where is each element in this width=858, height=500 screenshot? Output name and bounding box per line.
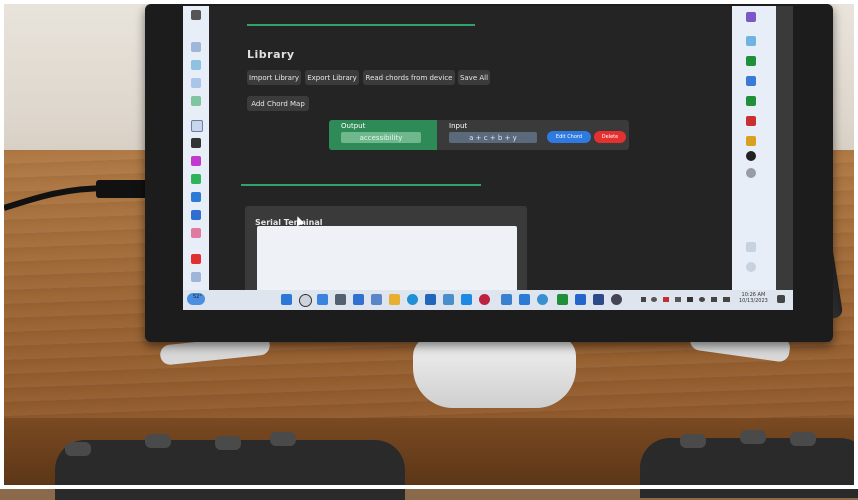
wifi-icon[interactable] bbox=[699, 297, 705, 302]
app-icon[interactable] bbox=[191, 42, 201, 52]
battery-icon[interactable] bbox=[723, 297, 730, 302]
game-controller-left bbox=[55, 432, 405, 500]
app-icon[interactable] bbox=[663, 297, 669, 302]
app-icon[interactable] bbox=[191, 210, 201, 220]
serial-terminal-output[interactable] bbox=[257, 226, 517, 296]
export-library-button[interactable]: Export Library bbox=[305, 70, 359, 85]
serial-terminal-card: Serial Terminal bbox=[245, 206, 527, 296]
search-icon[interactable] bbox=[299, 294, 312, 307]
thumbstick bbox=[740, 430, 766, 444]
app-icon[interactable] bbox=[746, 96, 756, 106]
windows-taskbar: 52° 10:26 AM 10/13/2023 bbox=[183, 290, 793, 310]
app-icon[interactable] bbox=[675, 297, 681, 302]
cloud-icon[interactable] bbox=[651, 297, 657, 302]
thumbstick bbox=[270, 432, 296, 446]
app-icon[interactable] bbox=[335, 294, 346, 305]
volume-icon[interactable] bbox=[711, 297, 717, 302]
app-icon[interactable] bbox=[191, 156, 201, 166]
tablet-screen: Library Import Library Export Library Re… bbox=[183, 6, 793, 310]
app-icon[interactable] bbox=[746, 168, 756, 178]
stand-hub bbox=[413, 336, 576, 408]
app-icon[interactable] bbox=[191, 60, 201, 70]
library-title: Library bbox=[247, 48, 295, 61]
input-label: Input bbox=[449, 122, 468, 130]
app-icon[interactable] bbox=[746, 116, 756, 126]
app-icon[interactable] bbox=[191, 120, 203, 132]
add-icon[interactable] bbox=[191, 272, 201, 282]
app-icon[interactable] bbox=[191, 78, 201, 88]
app-icon[interactable] bbox=[593, 294, 604, 305]
app-icon[interactable] bbox=[746, 12, 756, 22]
app-icon[interactable] bbox=[191, 96, 201, 106]
app-icon[interactable] bbox=[371, 294, 382, 305]
windows-start-icon[interactable] bbox=[281, 294, 292, 305]
output-field[interactable]: accessibility bbox=[341, 132, 421, 143]
app-icon[interactable] bbox=[191, 174, 201, 184]
gear-icon[interactable] bbox=[746, 262, 756, 272]
app-icon[interactable] bbox=[191, 192, 201, 202]
import-library-button[interactable]: Import Library bbox=[247, 70, 301, 85]
browser-left-sidebar bbox=[183, 6, 209, 290]
browser-icon[interactable] bbox=[407, 294, 418, 305]
usb-cable bbox=[3, 180, 150, 211]
delete-button[interactable]: Delete bbox=[594, 131, 626, 143]
app-icon[interactable] bbox=[501, 294, 512, 305]
edit-chord-button[interactable]: Edit Chord bbox=[547, 131, 591, 143]
section-divider bbox=[247, 24, 475, 26]
app-icon[interactable] bbox=[746, 136, 756, 146]
output-panel: Output accessibility bbox=[329, 120, 437, 150]
input-field[interactable]: a + c + b + y bbox=[449, 132, 537, 143]
app-icon[interactable] bbox=[461, 294, 472, 305]
thumbstick bbox=[215, 436, 241, 450]
weather-temp: 52° bbox=[193, 294, 202, 300]
browser-right-sidebar bbox=[732, 6, 776, 290]
app-icon[interactable] bbox=[191, 228, 201, 238]
app-icon[interactable] bbox=[353, 294, 364, 305]
app-icon[interactable] bbox=[191, 138, 201, 148]
thumbstick bbox=[790, 432, 816, 446]
folder-icon[interactable] bbox=[389, 294, 400, 305]
chevron-up-icon[interactable] bbox=[641, 297, 646, 302]
thumbstick bbox=[145, 434, 171, 448]
app-icon[interactable] bbox=[557, 294, 568, 305]
app-icon[interactable] bbox=[519, 294, 530, 305]
app-icon[interactable] bbox=[746, 56, 756, 66]
app-icon[interactable] bbox=[575, 294, 586, 305]
thumbstick bbox=[680, 434, 706, 448]
scrollbar[interactable] bbox=[776, 6, 793, 290]
thumbstick bbox=[65, 442, 91, 456]
app-icon[interactable] bbox=[537, 294, 548, 305]
app-icon[interactable] bbox=[425, 294, 436, 305]
clock-date: 10/13/2023 bbox=[739, 298, 768, 304]
app-icon[interactable] bbox=[317, 294, 328, 305]
gear-icon[interactable] bbox=[611, 294, 622, 305]
app-icon[interactable] bbox=[746, 151, 756, 161]
section-divider bbox=[241, 184, 481, 186]
game-controller-right bbox=[640, 430, 858, 498]
notification-icon[interactable] bbox=[777, 295, 785, 303]
app-icon[interactable] bbox=[746, 76, 756, 86]
add-chord-map-button[interactable]: Add Chord Map bbox=[247, 96, 309, 111]
app-icon[interactable] bbox=[443, 294, 454, 305]
read-chords-button[interactable]: Read chords from device bbox=[363, 70, 455, 85]
app-icon[interactable] bbox=[479, 294, 490, 305]
save-all-button[interactable]: Save All bbox=[458, 70, 490, 85]
app-icon[interactable] bbox=[191, 254, 201, 264]
app-icon[interactable] bbox=[687, 297, 693, 302]
system-tray[interactable] bbox=[641, 297, 731, 303]
app-content: Library Import Library Export Library Re… bbox=[209, 6, 732, 296]
clock[interactable]: 10:26 AM 10/13/2023 bbox=[739, 292, 768, 304]
app-icon[interactable] bbox=[746, 242, 756, 252]
app-icon[interactable] bbox=[746, 36, 756, 46]
output-label: Output bbox=[341, 122, 366, 130]
app-icon[interactable] bbox=[191, 10, 201, 20]
chord-map-card: Output accessibility Input a + c + b + y… bbox=[329, 120, 629, 150]
